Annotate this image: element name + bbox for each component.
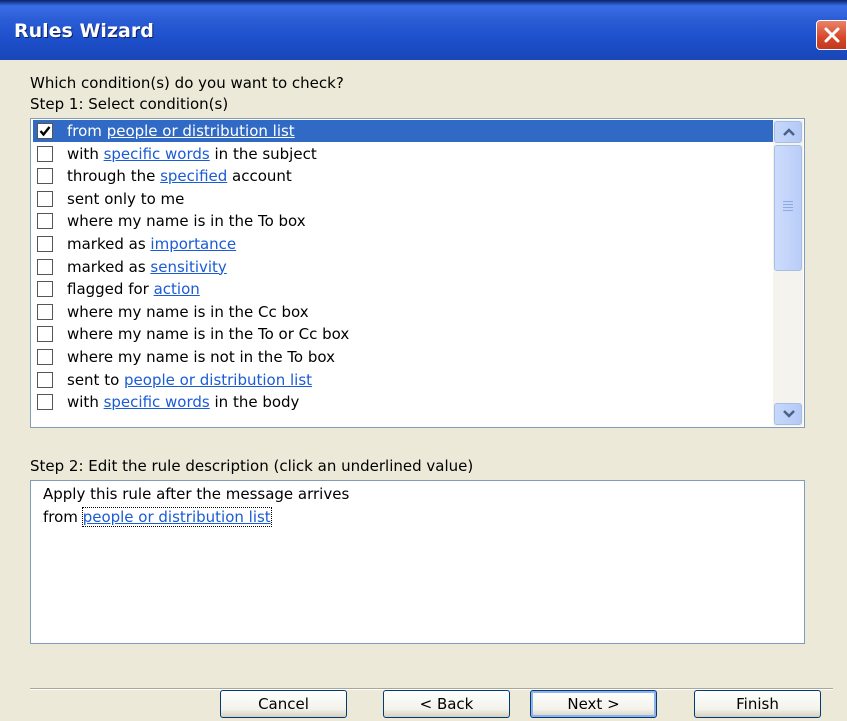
condition-checkbox[interactable] bbox=[37, 190, 53, 207]
step1-label: Step 1: Select condition(s) bbox=[30, 95, 229, 113]
condition-text: sent only to me bbox=[67, 189, 185, 208]
condition-link[interactable]: specific words bbox=[104, 145, 210, 163]
condition-label: with specific words in the subject bbox=[67, 143, 317, 165]
conditions-scrollbar[interactable] bbox=[773, 120, 803, 426]
condition-text: through the bbox=[67, 167, 161, 186]
condition-text: with bbox=[67, 393, 104, 412]
back-button[interactable]: < Back bbox=[383, 690, 510, 718]
condition-row[interactable]: where my name is not in the To box bbox=[33, 346, 774, 368]
condition-link[interactable]: importance bbox=[150, 235, 236, 253]
condition-label: flagged for action bbox=[67, 278, 200, 300]
condition-checkbox[interactable] bbox=[37, 394, 53, 411]
condition-label: through the specified account bbox=[67, 165, 292, 187]
condition-row[interactable]: from people or distribution list bbox=[33, 120, 774, 142]
condition-checkbox[interactable] bbox=[37, 303, 53, 320]
condition-checkbox[interactable] bbox=[37, 123, 53, 139]
condition-row[interactable]: with specific words in the body bbox=[33, 391, 774, 413]
condition-label: from people or distribution list bbox=[67, 120, 295, 142]
condition-label: marked as importance bbox=[67, 233, 236, 255]
condition-row[interactable]: sent only to me bbox=[33, 188, 774, 210]
scroll-down-button[interactable] bbox=[774, 403, 802, 425]
condition-label: sent only to me bbox=[67, 188, 184, 210]
close-icon bbox=[824, 27, 840, 43]
condition-row[interactable]: where my name is in the To or Cc box bbox=[33, 323, 774, 345]
condition-label: marked as sensitivity bbox=[67, 256, 227, 278]
condition-checkbox[interactable] bbox=[37, 145, 53, 162]
button-separator bbox=[30, 688, 833, 689]
condition-link[interactable]: action bbox=[154, 280, 200, 298]
condition-text: from bbox=[67, 122, 107, 140]
scroll-thumb[interactable] bbox=[774, 145, 802, 271]
condition-text: marked as bbox=[67, 257, 151, 276]
rule-description-text: from bbox=[43, 508, 83, 526]
condition-checkbox[interactable] bbox=[37, 371, 53, 388]
condition-text: where my name is not in the To box bbox=[67, 348, 335, 366]
condition-row[interactable]: where my name is in the Cc box bbox=[33, 301, 774, 323]
condition-text: with bbox=[67, 144, 104, 163]
condition-link[interactable]: specific words bbox=[104, 393, 210, 411]
condition-checkbox[interactable] bbox=[37, 258, 53, 275]
conditions-listbox[interactable]: from people or distribution list with spe… bbox=[30, 118, 805, 428]
condition-row[interactable]: with specific words in the subject bbox=[33, 143, 774, 165]
condition-link[interactable]: sensitivity bbox=[150, 258, 226, 276]
condition-checkbox[interactable] bbox=[37, 349, 53, 365]
condition-row[interactable]: marked as importance bbox=[33, 233, 774, 255]
condition-label: sent to people or distribution list bbox=[67, 369, 312, 391]
condition-link[interactable]: people or distribution list bbox=[124, 371, 312, 389]
condition-row[interactable]: marked as sensitivity bbox=[33, 256, 774, 278]
rule-description-line: Apply this rule after the message arrive… bbox=[43, 485, 350, 503]
condition-row[interactable]: where my name is in the To box bbox=[33, 210, 774, 232]
condition-checkbox[interactable] bbox=[37, 236, 53, 252]
condition-text: account bbox=[227, 167, 292, 186]
condition-text: in the body bbox=[209, 393, 300, 412]
thumb-grip-line bbox=[783, 207, 793, 208]
condition-checkbox[interactable] bbox=[37, 213, 53, 230]
condition-text: where my name is in the To box bbox=[67, 212, 306, 231]
condition-text: where my name is in the To or Cc box bbox=[67, 325, 350, 344]
rule-description-box[interactable]: Apply this rule after the message arrive… bbox=[30, 480, 805, 644]
condition-checkbox[interactable] bbox=[37, 281, 53, 298]
condition-link[interactable]: specified bbox=[160, 167, 227, 185]
condition-row[interactable]: through the specified account bbox=[33, 165, 774, 187]
step2-label: Step 2: Edit the rule description (click… bbox=[30, 457, 474, 475]
condition-text: marked as bbox=[67, 235, 151, 253]
people-or-distribution-list-link[interactable]: people or distribution list bbox=[81, 507, 272, 527]
thumb-grip-line bbox=[783, 204, 793, 205]
scroll-up-button[interactable] bbox=[774, 121, 802, 143]
condition-link[interactable]: people or distribution list bbox=[107, 122, 295, 140]
condition-text: flagged for bbox=[67, 280, 154, 299]
checkmark-icon bbox=[39, 126, 51, 137]
next-button[interactable]: Next > bbox=[530, 690, 657, 718]
condition-label: where my name is in the To box bbox=[67, 210, 306, 232]
step1-question: Which condition(s) do you want to check? bbox=[30, 74, 344, 92]
thumb-grip-line bbox=[783, 210, 793, 211]
title-bar[interactable]: Rules Wizard bbox=[0, 0, 847, 60]
condition-text: sent to bbox=[67, 370, 125, 389]
condition-text: where my name is in the Cc box bbox=[67, 302, 309, 321]
close-button[interactable] bbox=[816, 20, 847, 50]
condition-checkbox[interactable] bbox=[37, 326, 53, 343]
condition-row[interactable]: sent to people or distribution list bbox=[33, 369, 774, 391]
condition-row[interactable]: flagged for action bbox=[33, 278, 774, 300]
condition-label: where my name is not in the To box bbox=[67, 346, 335, 368]
condition-text: in the subject bbox=[209, 144, 317, 163]
finish-button[interactable]: Finish bbox=[694, 690, 821, 718]
window-title: Rules Wizard bbox=[14, 20, 154, 42]
chevron-up-icon bbox=[783, 128, 795, 136]
condition-checkbox[interactable] bbox=[37, 168, 53, 185]
cancel-button[interactable]: Cancel bbox=[220, 690, 347, 718]
chevron-down-icon bbox=[783, 410, 795, 418]
condition-label: where my name is in the Cc box bbox=[67, 301, 309, 323]
condition-label: where my name is in the To or Cc box bbox=[67, 323, 349, 345]
condition-label: with specific words in the body bbox=[67, 391, 299, 413]
thumb-grip-line bbox=[783, 201, 793, 202]
rule-description-line: from people or distribution list bbox=[43, 507, 272, 527]
